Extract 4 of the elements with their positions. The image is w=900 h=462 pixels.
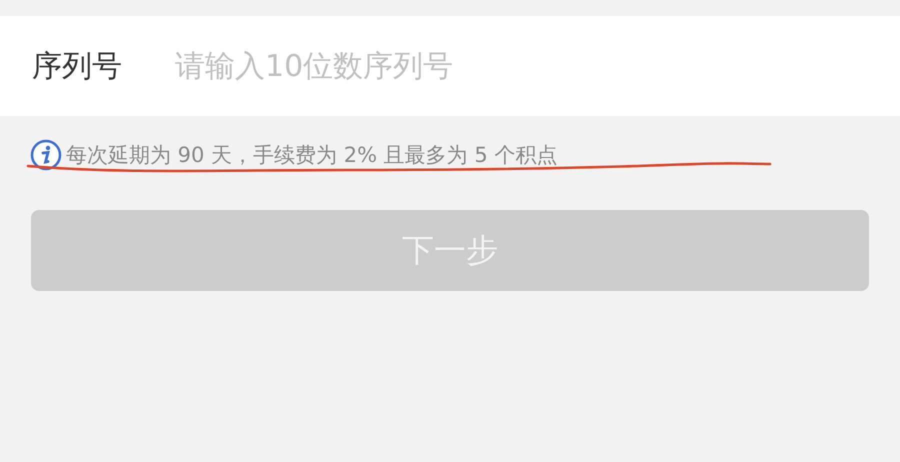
notice-text: 每次延期为 90 天，手续费为 2% 且最多为 5 个积点 [66,142,558,169]
field-label: 序列号 [32,48,123,86]
serial-input[interactable]: 请输入10位数序列号 [175,48,775,84]
info-icon [30,139,62,171]
